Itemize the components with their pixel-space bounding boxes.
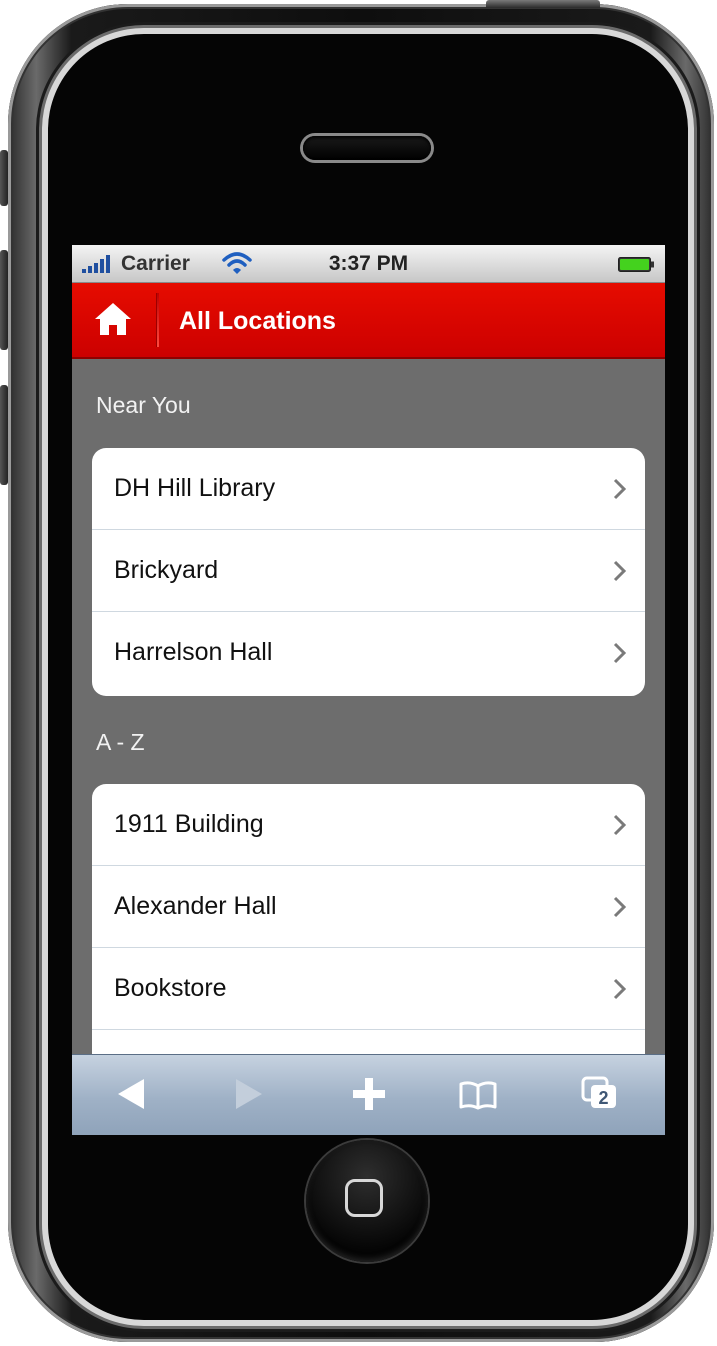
section-header-near-you: Near You: [96, 392, 191, 418]
ringer-switch: [0, 150, 8, 206]
list-item[interactable]: Brickyard: [92, 530, 645, 612]
earpiece-speaker: [303, 136, 431, 160]
chevron-right-icon: [613, 814, 627, 836]
home-icon[interactable]: [94, 301, 132, 337]
screen: Carrier 3:37 PM All Locations Near You D…: [72, 245, 665, 1135]
forward-icon[interactable]: [234, 1077, 264, 1111]
add-icon[interactable]: [351, 1076, 387, 1112]
status-bar: Carrier 3:37 PM: [72, 245, 665, 283]
list-item-label: Harrelson Hall: [114, 638, 273, 666]
volume-up-button: [0, 250, 8, 350]
status-time: 3:37 PM: [328, 252, 409, 275]
bookmarks-icon[interactable]: [458, 1080, 498, 1110]
list-item[interactable]: Harrelson Hall: [92, 612, 645, 694]
list-item[interactable]: Alexander Hall: [92, 866, 645, 948]
pages-count: 2: [598, 1088, 608, 1108]
list-item-label: Alexander Hall: [114, 892, 277, 920]
chevron-right-icon: [613, 896, 627, 918]
chevron-right-icon: [613, 978, 627, 1000]
nav-divider: [156, 293, 159, 347]
battery-icon: [618, 257, 654, 272]
page-title: All Locations: [179, 307, 336, 335]
home-square-icon: [345, 1179, 383, 1217]
list-item[interactable]: 1911 Building: [92, 784, 645, 866]
hardware-home-button[interactable]: [306, 1140, 428, 1262]
chevron-right-icon: [613, 478, 627, 500]
nav-bar: All Locations: [72, 283, 665, 359]
list-item-label: Brickyard: [114, 556, 219, 584]
list-item-label: 1911 Building: [114, 810, 264, 838]
near-you-list: DH Hill Library Brickyard Harrelson Hall: [92, 448, 645, 696]
browser-toolbar: 2: [72, 1054, 665, 1135]
list-item-label: DH Hill Library: [114, 474, 276, 502]
chevron-right-icon: [613, 560, 627, 582]
back-icon[interactable]: [116, 1077, 146, 1111]
list-item[interactable]: Bookstore: [92, 948, 645, 1030]
list-item-label: Bookstore: [114, 974, 227, 1002]
section-header-a-z: A - Z: [96, 729, 145, 755]
list-item[interactable]: DH Hill Library: [92, 448, 645, 530]
chevron-right-icon: [613, 642, 627, 664]
volume-down-button: [0, 385, 8, 485]
pages-icon[interactable]: 2: [580, 1075, 620, 1111]
sleep-button: [486, 0, 600, 8]
